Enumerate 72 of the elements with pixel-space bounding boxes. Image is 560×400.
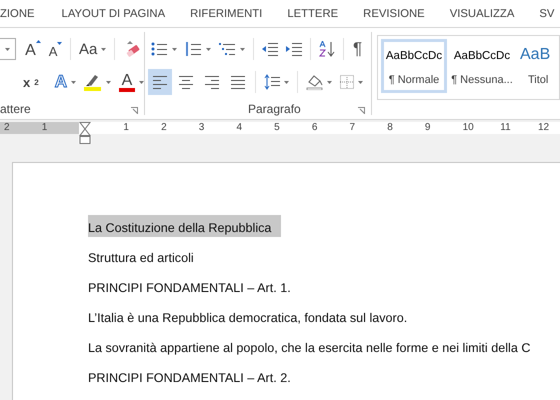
paragraph: PRINCIPI FONDAMENTALI – Art. 2. [88, 370, 291, 387]
font-size-field[interactable] [0, 38, 16, 60]
text-effects-button[interactable]: A [52, 69, 79, 95]
numbered-list-icon [185, 42, 202, 56]
paragraph: Struttura ed articoli [88, 250, 194, 267]
shrink-font-button[interactable]: A [46, 36, 66, 62]
ribbon-tab[interactable]: SV [539, 8, 554, 20]
dropdown-caret-icon[interactable] [240, 48, 245, 50]
borders-icon [340, 75, 354, 89]
ruler-number: 12 [538, 122, 550, 134]
dropdown-caret-icon[interactable] [172, 48, 177, 50]
ribbon-tab[interactable]: ZIONE [0, 8, 35, 20]
dropdown-caret-icon[interactable] [284, 80, 289, 84]
ruler-number: 5 [274, 122, 281, 134]
superscript-button[interactable]: x$^{2}$ [20, 69, 42, 95]
justify-icon [231, 75, 245, 89]
ruler-number: 8 [387, 122, 394, 134]
up-triangle-icon [36, 40, 41, 43]
align-left-icon [153, 75, 167, 89]
show-formatting-marks-button[interactable]: ¶ [349, 36, 366, 62]
style-item[interactable]: AaB Titol [517, 39, 557, 93]
increase-indent-icon [286, 42, 302, 56]
align-right-icon [205, 75, 219, 89]
align-center-icon [179, 75, 193, 89]
multilevel-list-icon [219, 42, 236, 56]
bulleted-list-icon [151, 42, 168, 56]
down-triangle-icon [57, 42, 62, 45]
dropdown-caret-icon[interactable] [358, 80, 363, 84]
highlighter-icon [84, 73, 102, 91]
dialog-launcher-icon[interactable] [358, 107, 365, 114]
color-bar-icon [118, 88, 135, 92]
ribbon-tab[interactable]: LAYOUT DI PAGINA [62, 8, 166, 20]
dropdown-caret-icon[interactable] [206, 48, 211, 50]
ruler-number: 6 [312, 122, 318, 134]
ruler-number: 2 [4, 122, 11, 134]
paragraph: L’Italia è una Repubblica democratica, fondata sul lavoro. [88, 310, 408, 327]
ruler-number: 4 [236, 122, 243, 134]
ruler-number: 10 [462, 122, 475, 134]
style-item[interactable]: AaBbCcDc ¶ Normale [381, 39, 447, 93]
dropdown-caret-icon[interactable] [106, 80, 111, 84]
ruler-number: 1 [42, 122, 48, 134]
paragraph: La sovranità appartiene al popolo, che la esercita nelle forme e nei limiti della C [88, 340, 530, 357]
paint-bucket-icon [306, 74, 323, 90]
paragraph: PRINCIPI FONDAMENTALI – Art. 1. [88, 280, 291, 297]
font-color-button[interactable]: A [116, 69, 147, 95]
line-spacing-icon [264, 74, 280, 90]
decrease-indent-icon [262, 42, 278, 56]
ribbon-tab[interactable]: VISUALIZZA [450, 8, 514, 20]
align-left-button[interactable] [148, 69, 172, 95]
ribbon-tab[interactable]: LETTERE [287, 8, 338, 20]
dropdown-caret-icon[interactable] [101, 48, 106, 50]
style-item[interactable]: AaBbCcDc ¶ Nessuna... [449, 39, 515, 93]
paragraph: La Costituzione della Repubblica [88, 215, 282, 237]
dropdown-caret-icon[interactable] [327, 80, 332, 84]
group-label: attere [0, 102, 31, 116]
ruler-number: 7 [350, 122, 356, 134]
ruler-number: 11 [500, 122, 512, 134]
ruler-number: 3 [198, 122, 206, 134]
ribbon-tab[interactable]: REVISIONE [363, 8, 425, 20]
group-label: Paragrafo [248, 102, 301, 116]
change-case-button[interactable]: Aa [76, 36, 110, 62]
dialog-launcher-icon[interactable] [131, 107, 138, 114]
ruler-number: 9 [424, 122, 432, 134]
dropdown-caret-icon[interactable] [138, 80, 144, 84]
dropdown-caret-icon[interactable] [70, 80, 76, 84]
dropdown-caret-icon[interactable] [5, 48, 10, 50]
grow-font-button[interactable]: A [22, 36, 44, 62]
sort-icon [319, 41, 335, 57]
ribbon-tab[interactable]: RIFERIMENTI [190, 8, 262, 20]
indent-marker-icon[interactable] [79, 122, 92, 144]
ruler-number: 2 [161, 122, 168, 134]
ruler-number: 1 [123, 122, 130, 134]
